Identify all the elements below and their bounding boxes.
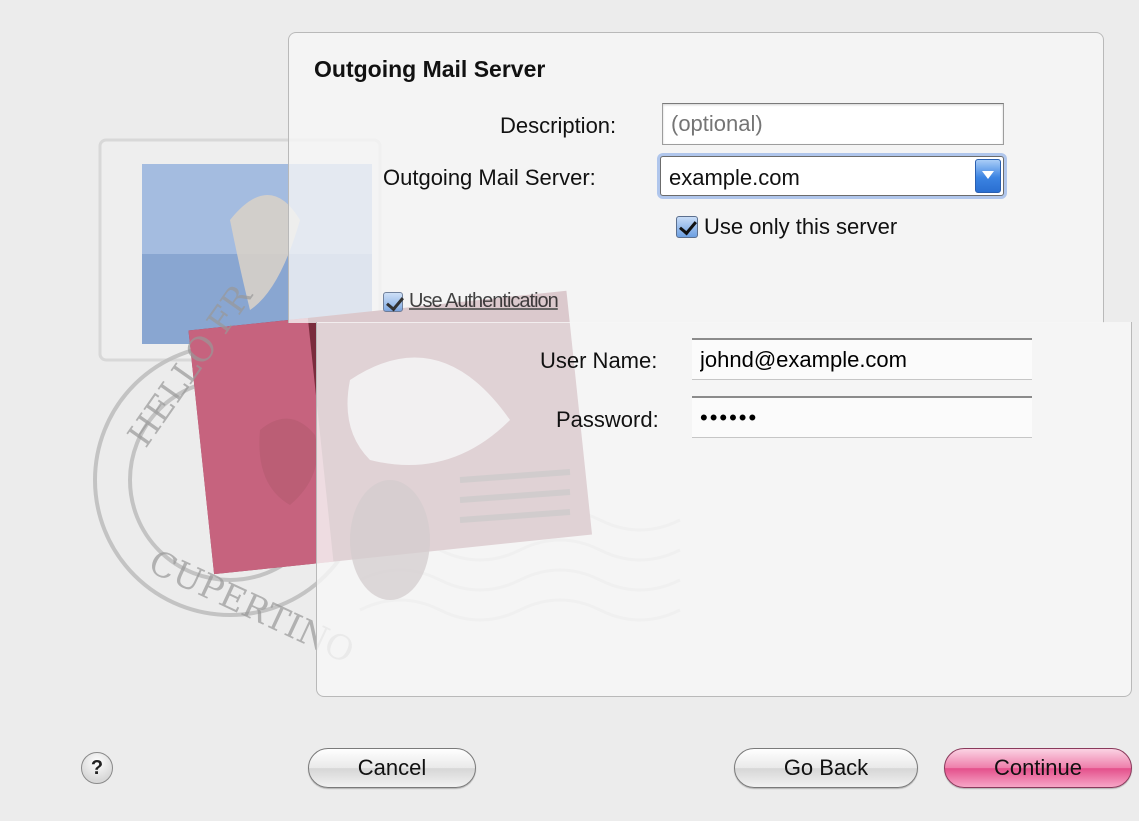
password-field[interactable] — [692, 396, 1032, 438]
checkmark-icon[interactable] — [676, 216, 698, 238]
outgoing-server-label: Outgoing Mail Server: — [383, 165, 596, 190]
outgoing-server-combobox[interactable]: example.com — [660, 156, 1004, 196]
user-name-field[interactable] — [692, 338, 1032, 380]
help-icon[interactable]: ? — [81, 752, 113, 784]
use-only-label: Use only this server — [704, 214, 898, 239]
outgoing-server-value: example.com — [669, 165, 800, 190]
use-only-this-server-checkbox[interactable]: Use only this server — [676, 214, 897, 240]
go-back-button[interactable]: Go Back — [734, 748, 918, 788]
use-authentication-checkbox[interactable]: Use Authentication — [383, 290, 559, 313]
continue-button[interactable]: Continue — [944, 748, 1132, 788]
checkmark-icon[interactable] — [383, 291, 403, 312]
page-title: Outgoing Mail Server — [314, 56, 546, 82]
description-label: Description: — [500, 113, 617, 138]
use-authentication-label: Use Authentication — [409, 290, 559, 312]
user-name-label: User Name: — [540, 348, 658, 373]
chevron-down-icon[interactable] — [975, 159, 1001, 193]
password-label: Password: — [556, 407, 659, 432]
cancel-button[interactable]: Cancel — [308, 748, 476, 788]
setup-assistant-window: CUPERTINO HELLO FR Outgoing Mail Server … — [0, 0, 1139, 821]
description-field[interactable] — [662, 103, 1004, 145]
